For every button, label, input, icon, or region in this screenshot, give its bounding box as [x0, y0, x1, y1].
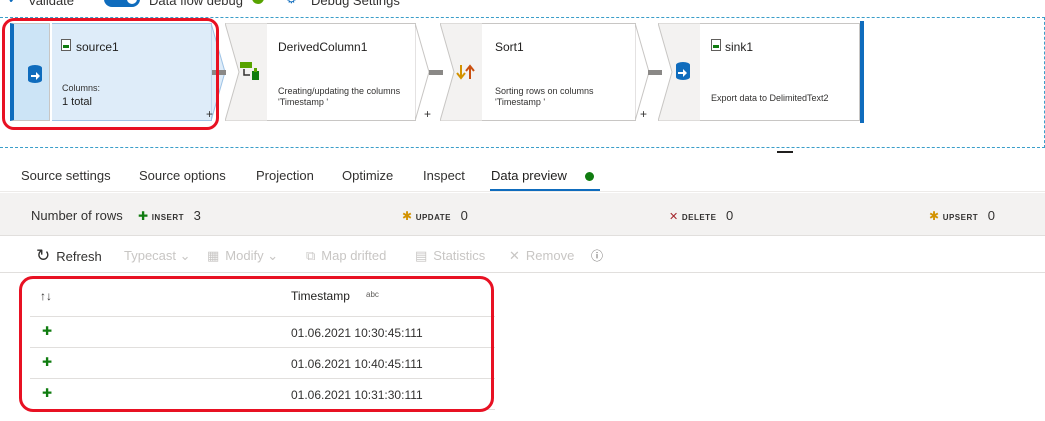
- node-selection-edge: [860, 21, 864, 123]
- refresh-label: Refresh: [56, 249, 102, 264]
- tab-source-settings[interactable]: Source settings: [21, 168, 111, 183]
- update-count: 0: [460, 208, 468, 223]
- tab-inspect[interactable]: Inspect: [423, 168, 465, 183]
- tab-optimize[interactable]: Optimize: [342, 168, 393, 183]
- upsert-stat: ✱ UPSERT 0: [929, 208, 995, 223]
- modify-label: Modify: [225, 248, 264, 263]
- refresh-button[interactable]: ↻ Refresh: [36, 246, 102, 266]
- node-desc-line2: 'Timestamp ': [495, 97, 546, 107]
- node-desc-line2: 'Timestamp ': [278, 97, 329, 107]
- validate-check-icon: ✔: [8, 0, 18, 6]
- validate-button[interactable]: Validate: [28, 0, 74, 8]
- dataflow-debug-label: Data flow debug: [149, 0, 243, 8]
- delete-icon: ✕: [669, 211, 679, 223]
- panel-resize-handle[interactable]: [777, 151, 793, 153]
- preview-status-dot: [585, 172, 594, 181]
- node-derivedcolumn1[interactable]: DerivedColumn1 Creating/updating the col…: [225, 23, 431, 121]
- modify-button[interactable]: ▦ Modify ⌄: [207, 248, 278, 264]
- settings-tabs: Source settings Source options Projectio…: [0, 158, 1045, 192]
- rows-label: Number of rows: [31, 208, 123, 223]
- modify-icon: ▦: [207, 248, 220, 263]
- top-toolbar: ✔ Validate Data flow debug ⚙ Debug Setti…: [0, 0, 1045, 9]
- source-highlight-box: [2, 18, 219, 130]
- delete-label: DELETE: [681, 213, 717, 222]
- typecast-button[interactable]: Typecast ⌄: [124, 248, 191, 264]
- map-drifted-label: Map drifted: [321, 248, 387, 263]
- debug-settings-icon: ⚙: [286, 0, 297, 6]
- dataflow-debug-toggle[interactable]: [104, 0, 140, 7]
- node-title: sink1: [725, 40, 754, 54]
- delete-stat: ✕ DELETE 0: [669, 208, 733, 223]
- info-icon[interactable]: ⓘ: [591, 247, 603, 264]
- node-desc-line1: Export data to DelimitedText2: [711, 93, 829, 103]
- debug-settings-button[interactable]: Debug Settings: [311, 0, 400, 8]
- remove-label: Remove: [525, 248, 575, 263]
- update-icon: ✱: [402, 209, 413, 223]
- active-tab-indicator: [490, 189, 600, 191]
- refresh-icon: ↻: [36, 246, 51, 265]
- insert-icon: ✚: [138, 209, 149, 223]
- derived-column-icon: [240, 62, 259, 80]
- node-desc-line1: Creating/updating the columns: [278, 86, 401, 96]
- node-title: Sort1: [495, 40, 524, 54]
- sink-icon: [676, 62, 690, 80]
- update-label: UPDATE: [415, 213, 451, 222]
- upsert-count: 0: [987, 208, 995, 223]
- add-transform-plus-icon[interactable]: +: [640, 107, 647, 121]
- delete-count: 0: [726, 208, 734, 223]
- upsert-icon: ✱: [929, 209, 940, 223]
- map-drifted-button[interactable]: ⧉ Map drifted: [306, 248, 386, 264]
- insert-count: 3: [193, 208, 201, 223]
- debug-status-icon: [252, 0, 264, 4]
- statistics-icon: ▤: [415, 248, 428, 263]
- node-body: Sort1 Sorting rows on columns 'Timestamp…: [482, 23, 636, 121]
- upsert-label: UPSERT: [942, 213, 979, 222]
- typecast-label: Typecast: [124, 248, 177, 263]
- dataset-icon: [711, 39, 721, 51]
- tab-projection[interactable]: Projection: [256, 168, 314, 183]
- node-body: DerivedColumn1 Creating/updating the col…: [267, 23, 416, 121]
- remove-button[interactable]: ✕ Remove: [509, 248, 574, 264]
- node-sort1[interactable]: Sort1 Sorting rows on columns 'Timestamp…: [440, 23, 650, 121]
- tab-data-preview[interactable]: Data preview: [491, 168, 567, 183]
- insert-label: INSERT: [151, 213, 185, 222]
- chevron-down-icon: ⌄: [267, 248, 279, 263]
- row-stats-bar: Number of rows ✚ INSERT 3 ✱ UPDATE 0 ✕ D…: [0, 193, 1045, 236]
- sort-icon: [456, 64, 475, 80]
- node-sink1[interactable]: sink1 Export data to DelimitedText2: [658, 21, 866, 123]
- tab-source-options[interactable]: Source options: [139, 168, 226, 183]
- map-drifted-icon: ⧉: [306, 248, 316, 263]
- chevron-down-icon: ⌄: [179, 248, 191, 263]
- statistics-button[interactable]: ▤ Statistics: [415, 248, 485, 264]
- table-highlight-box: [19, 276, 494, 412]
- statistics-label: Statistics: [433, 248, 486, 263]
- update-stat: ✱ UPDATE 0: [402, 208, 468, 223]
- node-desc-line1: Sorting rows on columns: [495, 86, 594, 96]
- preview-actions-bar: ↻ Refresh Typecast ⌄ ▦ Modify ⌄ ⧉ Map drift…: [0, 237, 1045, 273]
- add-transform-plus-icon[interactable]: +: [424, 107, 431, 121]
- node-body: sink1 Export data to DelimitedText2: [700, 23, 860, 121]
- node-title: DerivedColumn1: [278, 40, 368, 54]
- remove-icon: ✕: [509, 248, 520, 263]
- insert-stat: ✚ INSERT 3: [138, 208, 201, 223]
